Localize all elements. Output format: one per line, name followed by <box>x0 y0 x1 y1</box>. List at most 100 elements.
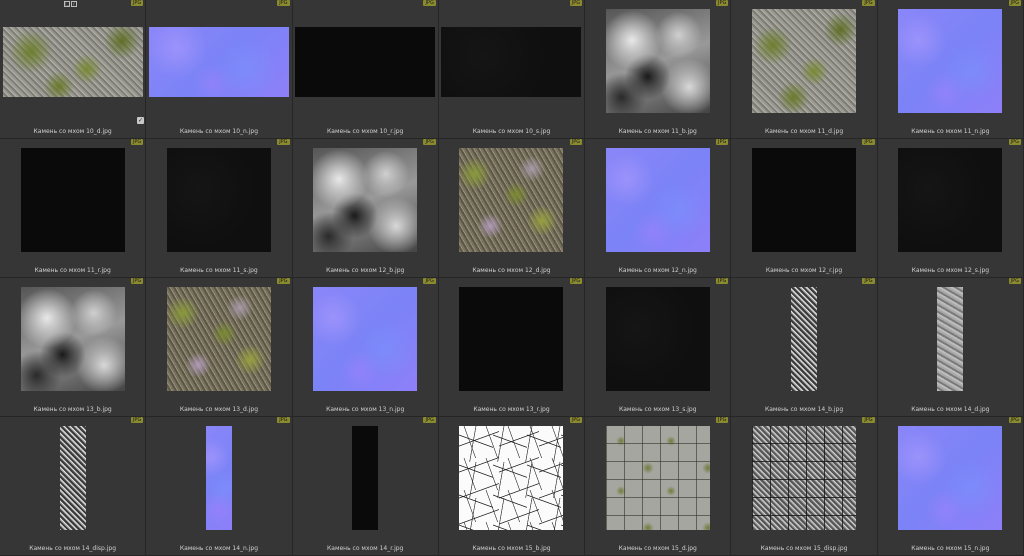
file-thumbnail-cell-11[interactable]: JPG Камень со мхом 12_d.jpg <box>438 139 586 278</box>
file-name-label: Камень со мхом 12_r.jpg <box>765 267 843 274</box>
file-name-label: Камень со мхом 10_r.jpg <box>327 128 404 135</box>
texture-preview-black[interactable] <box>459 287 564 391</box>
file-type-badge: JPG <box>277 0 290 6</box>
file-thumbnail-cell-19[interactable]: JPG Камень со мхом 13_s.jpg <box>585 278 732 417</box>
texture-preview-normal[interactable] <box>605 148 710 252</box>
texture-preview-white[interactable] <box>459 426 564 530</box>
file-name-label: Камень со мхом 11_s.jpg <box>180 267 258 274</box>
texture-preview-bump[interactable] <box>313 148 418 252</box>
select-icon[interactable]: □ <box>64 1 70 7</box>
file-name-label: Камень со мхом 15_d.jpg <box>618 545 697 552</box>
file-thumbnail-cell-12[interactable]: JPG Камень со мхом 12_n.jpg <box>585 139 732 278</box>
file-name-label: Камень со мхом 10_s.jpg <box>472 128 551 135</box>
file-type-badge: JPG <box>569 139 583 145</box>
file-thumbnail-cell-26[interactable]: JPG Камень со мхом 15_d.jpg <box>585 417 732 556</box>
file-thumbnail-cell-8[interactable]: JPG Камень со мхом 11_r.jpg <box>0 139 147 278</box>
file-type-badge: JPG <box>1008 139 1021 145</box>
file-type-badge: JPG <box>862 278 875 284</box>
texture-preview-bump[interactable] <box>20 287 125 391</box>
texture-preview-disp[interactable] <box>791 287 818 391</box>
file-type-badge: JPG <box>423 417 436 423</box>
texture-preview-moss[interactable] <box>752 9 857 113</box>
file-type-badge: JPG <box>130 278 144 284</box>
file-thumbnail-cell-7[interactable]: JPG Камень со мхом 11_n.jpg <box>877 0 1024 139</box>
file-thumbnail-cell-24[interactable]: JPG Камень со мхом 14_r.jpg <box>292 417 439 556</box>
file-thumbnail-cell-23[interactable]: JPG Камень со мхом 14_n.jpg <box>146 417 293 556</box>
file-thumbnail-cell-16[interactable]: JPG Камень со мхом 13_d.jpg <box>146 278 293 417</box>
texture-preview-mossdense[interactable] <box>459 148 564 252</box>
texture-preview-normal[interactable] <box>898 9 1003 113</box>
texture-preview-black[interactable] <box>352 426 379 530</box>
texture-preview-mossdense[interactable] <box>166 287 271 391</box>
file-thumbnail-cell-28[interactable]: JPG Камень со мхом 15_n.jpg <box>877 417 1024 556</box>
file-thumbnail-cell-18[interactable]: JPG Камень со мхом 13_r.jpg <box>438 278 586 417</box>
file-name-label: Камень со мхом 14_d.jpg <box>911 406 990 413</box>
file-type-badge: JPG <box>1008 417 1021 423</box>
texture-preview-black[interactable] <box>752 148 857 252</box>
texture-preview-normal[interactable] <box>205 426 232 530</box>
file-type-badge: JPG <box>130 417 144 423</box>
file-thumbnail-cell-21[interactable]: JPG Камень со мхом 14_d.jpg <box>877 278 1024 417</box>
file-thumbnail-cell-27[interactable]: JPG Камень со мхом 15_disp.jpg <box>731 417 878 556</box>
file-name-label: Камень со мхом 10_n.jpg <box>179 128 259 135</box>
texture-preview-tilesbump[interactable] <box>752 426 857 530</box>
file-name-label: Камень со мхом 15_n.jpg <box>911 545 990 552</box>
file-thumbnail-cell-20[interactable]: JPG Камень со мхом 14_b.jpg <box>731 278 878 417</box>
file-thumbnail-cell-10[interactable]: JPG Камень со мхом 12_b.jpg <box>292 139 439 278</box>
texture-preview-normal[interactable] <box>898 426 1003 530</box>
file-type-badge: JPG <box>716 139 729 145</box>
file-thumbnail-cell-14[interactable]: JPG Камень со мхом 12_s.jpg <box>877 139 1024 278</box>
file-type-badge: JPG <box>423 278 436 284</box>
file-type-badge: JPG <box>423 0 436 6</box>
texture-preview-disp[interactable] <box>59 426 86 530</box>
file-type-badge: JPG <box>716 0 729 6</box>
pencil-icon[interactable]: / <box>71 1 77 7</box>
checkbox-checked-icon[interactable]: ✓ <box>137 117 144 124</box>
texture-preview-dark[interactable] <box>441 27 582 97</box>
file-type-badge: JPG <box>1008 0 1021 6</box>
file-type-badge: JPG <box>716 417 729 423</box>
file-thumbnail-cell-3[interactable]: JPG Камень со мхом 10_r.jpg <box>292 0 439 139</box>
file-name-label: Камень со мхом 11_r.jpg <box>34 267 111 274</box>
file-thumbnail-cell-2[interactable]: JPG Камень со мхом 10_n.jpg <box>146 0 293 139</box>
texture-preview-tiles[interactable] <box>605 426 710 530</box>
file-thumbnail-cell-15[interactable]: JPG Камень со мхом 13_b.jpg <box>0 278 147 417</box>
file-thumbnail-cell-9[interactable]: JPG Камень со мхом 11_s.jpg <box>146 139 293 278</box>
file-name-label: Камень со мхом 14_r.jpg <box>327 545 404 552</box>
file-type-badge: JPG <box>277 139 290 145</box>
file-name-label: Камень со мхом 13_n.jpg <box>326 406 405 413</box>
file-name-label: Камень со мхом 12_d.jpg <box>472 267 551 274</box>
file-name-label: Камень со мхом 11_b.jpg <box>618 128 697 135</box>
texture-preview-black[interactable] <box>20 148 125 252</box>
file-type-badge: JPG <box>862 417 875 423</box>
texture-preview-moss[interactable] <box>2 27 143 97</box>
texture-preview-normal[interactable] <box>313 287 418 391</box>
texture-preview-stone[interactable] <box>937 287 964 391</box>
file-type-badge: JPG <box>862 139 875 145</box>
file-thumbnail-cell-6[interactable]: JPG Камень со мхом 11_d.jpg <box>731 0 878 139</box>
file-thumbnail-cell-17[interactable]: JPG Камень со мхом 13_n.jpg <box>292 278 439 417</box>
file-thumbnail-cell-4[interactable]: JPG Камень со мхом 10_s.jpg <box>438 0 586 139</box>
file-type-badge: JPG <box>862 0 875 6</box>
file-thumbnail-cell-25[interactable]: JPG Камень со мхом 15_b.jpg <box>438 417 586 556</box>
texture-preview-dark[interactable] <box>898 148 1003 252</box>
file-type-badge: JPG <box>569 417 583 423</box>
file-name-label: Камень со мхом 14_b.jpg <box>764 406 844 413</box>
file-name-label: Камень со мхом 13_s.jpg <box>619 406 697 413</box>
texture-preview-dark[interactable] <box>605 287 710 391</box>
texture-preview-black[interactable] <box>295 27 436 97</box>
file-type-badge: JPG <box>130 139 144 145</box>
texture-preview-bump[interactable] <box>605 9 710 113</box>
texture-preview-normal[interactable] <box>148 27 289 97</box>
file-type-badge: JPG <box>277 278 290 284</box>
file-type-badge: JPG <box>130 0 144 6</box>
file-thumbnail-cell-5[interactable]: JPG Камень со мхом 11_b.jpg <box>585 0 732 139</box>
cell-toolbar: □ / <box>64 1 77 7</box>
file-thumbnail-cell-22[interactable]: JPG Камень со мхом 14_disp.jpg <box>0 417 147 556</box>
texture-preview-dark[interactable] <box>166 148 271 252</box>
file-thumbnail-cell-13[interactable]: JPG Камень со мхом 12_r.jpg <box>731 139 878 278</box>
file-thumbnail-cell-1[interactable]: JPG Камень со мхом 10_d.jpg □ / ✓ <box>0 0 147 139</box>
file-type-badge: JPG <box>277 417 290 423</box>
file-name-label: Камень со мхом 12_b.jpg <box>326 267 405 274</box>
file-name-label: Камень со мхом 13_b.jpg <box>33 406 112 413</box>
